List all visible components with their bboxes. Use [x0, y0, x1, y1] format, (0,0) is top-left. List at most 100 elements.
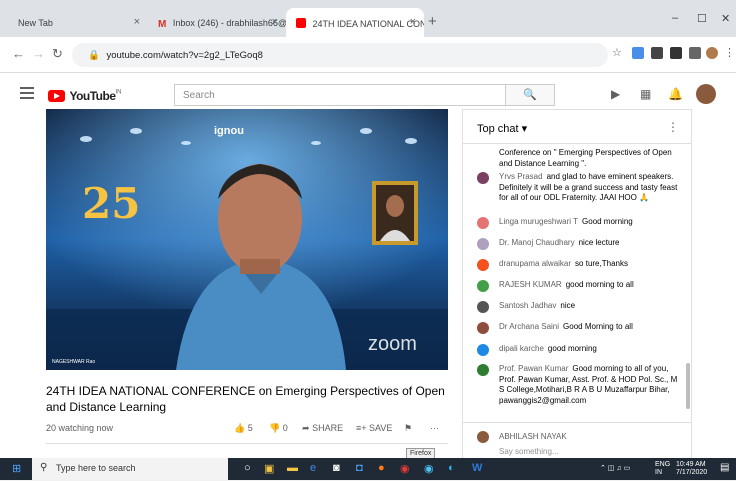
edge-icon[interactable]: e	[310, 462, 316, 474]
windows-taskbar: ⊞ ⚲ Type here to search ○ ▣ ▬ e ◙ ◘ ● ◉ …	[0, 458, 736, 480]
youtube-logo[interactable]: YouTubeIN	[48, 87, 122, 105]
share-icon: ➦	[302, 423, 310, 433]
maximize-button[interactable]: ☐	[697, 12, 707, 25]
lock-icon: 🔒	[88, 50, 100, 61]
search-input[interactable]: Search	[174, 84, 506, 106]
avatar	[477, 301, 489, 313]
create-video-icon[interactable]: ▶	[611, 87, 620, 101]
taskbar-search-input[interactable]: ⚲ Type here to search	[32, 458, 228, 480]
extension-icon[interactable]	[670, 47, 682, 59]
live-chat-panel: Top chat ▾ ⋮ Conference on " Emerging Pe…	[462, 109, 692, 480]
chat-message: dipali karche good morning	[477, 344, 683, 356]
task-view-icon[interactable]: ○	[244, 462, 251, 474]
message-author: dranupama alwaikar	[499, 259, 572, 268]
extension-icon[interactable]	[651, 47, 663, 59]
system-tray-icons[interactable]: ⌃ ◫ ♫ ▭	[600, 465, 630, 473]
search-icon: ⚲	[40, 462, 48, 473]
playlist-add-icon: ≡+	[356, 423, 367, 433]
youtube-page: YouTubeIN Search 🔍 ▶ ▦ 🔔 ignou 25 NAGESH…	[0, 73, 736, 480]
message-text: so ture,Thanks	[575, 259, 628, 268]
chat-message: Dr. Manoj Chaudhary nice lecture	[477, 238, 683, 250]
tab-youtube-active[interactable]: 24TH IDEA NATIONAL CONI ×	[286, 8, 424, 37]
dislike-button[interactable]: 👎 0	[269, 423, 288, 434]
video-frame	[46, 109, 448, 370]
tab-close-icon[interactable]: ×	[272, 16, 278, 28]
address-bar[interactable]: 🔒 youtube.com/watch?v=2g2_LTeGoq8	[72, 43, 608, 67]
chat-username: ABHILASH NAYAK	[499, 432, 567, 441]
word-icon[interactable]: W	[472, 462, 482, 474]
minimize-button[interactable]: –	[672, 12, 678, 24]
chat-message: Santosh Jadhav nice	[477, 301, 683, 313]
tab-new-tab[interactable]: New Tab ×	[8, 8, 148, 37]
chat-message: dranupama alwaikar so ture,Thanks	[477, 259, 683, 271]
tab-gmail[interactable]: M Inbox (246) - drabhilash66@gm ×	[148, 8, 286, 37]
close-window-button[interactable]: ✕	[721, 12, 730, 25]
chrome-icon[interactable]: ◉	[400, 462, 410, 475]
like-count: 5	[247, 423, 253, 433]
taskbar-search-placeholder: Type here to search	[56, 463, 136, 473]
avatar	[477, 259, 489, 271]
chat-header: Top chat ▾ ⋮	[463, 110, 691, 144]
store-icon[interactable]: ▣	[264, 462, 274, 475]
message-text: nice	[560, 301, 576, 310]
file-explorer-icon[interactable]: ▬	[287, 462, 298, 474]
avatar	[477, 322, 489, 334]
speaker-caption: NAGESHWAR Rao	[52, 359, 96, 365]
reload-icon[interactable]: ↻	[52, 46, 63, 62]
clock-date: 7/17/2020	[676, 469, 708, 476]
browser-menu-icon[interactable]: ⋮	[724, 46, 735, 59]
tab-label: 24TH IDEA NATIONAL CONI	[312, 19, 424, 29]
message-text: Conference on " Emerging Perspectives of…	[499, 148, 672, 168]
edge-new-icon[interactable]: ◐	[448, 462, 455, 474]
avatar	[477, 217, 489, 229]
message-author: Santosh Jadhav	[499, 301, 557, 310]
account-avatar[interactable]	[696, 84, 716, 104]
ignou-overlay-logo: ignou	[214, 125, 244, 137]
bookmark-star-icon[interactable]: ☆	[612, 46, 622, 59]
message-author: Yrvs Prasad	[499, 172, 543, 181]
flag-icon[interactable]: ⚑	[404, 423, 412, 434]
search-button[interactable]: 🔍	[505, 84, 555, 106]
app-icon[interactable]: ◘	[356, 462, 363, 474]
browser-toolbar: ← → ↻ 🔒 youtube.com/watch?v=2g2_LTeGoq8 …	[0, 37, 736, 73]
apps-grid-icon[interactable]: ▦	[640, 87, 651, 101]
hamburger-menu-icon[interactable]	[20, 87, 34, 102]
zoom-app-icon[interactable]: ◉	[424, 462, 434, 475]
share-button[interactable]: ➦ SHARE	[302, 423, 343, 434]
logo-region: IN	[115, 89, 122, 96]
save-button[interactable]: ≡+ SAVE	[356, 423, 392, 433]
tab-close-icon[interactable]: ×	[134, 16, 140, 28]
message-author: dipali karche	[499, 344, 544, 353]
notification-center-icon[interactable]: ▤	[720, 462, 729, 473]
message-text: good morning	[547, 344, 597, 353]
message-text: nice lecture	[578, 238, 620, 247]
chat-message: RAJESH KUMAR good morning to all	[477, 280, 683, 292]
message-author: RAJESH KUMAR	[499, 280, 562, 289]
camera-icon[interactable]: ◙	[333, 462, 340, 474]
clock-time: 10:49 AM	[676, 461, 706, 468]
new-tab-button[interactable]: +	[428, 13, 437, 30]
forward-icon[interactable]: →	[32, 46, 45, 61]
message-text: Good Morning to all	[563, 322, 633, 331]
chat-mode-dropdown[interactable]: Top chat ▾	[477, 122, 527, 135]
chat-scrollbar[interactable]	[686, 363, 690, 409]
profile-avatar[interactable]	[706, 47, 718, 59]
extension-icon[interactable]	[689, 47, 701, 59]
more-actions-icon[interactable]: ···	[430, 423, 439, 433]
message-author: Prof. Pawan Kumar	[499, 364, 569, 373]
chat-more-icon[interactable]: ⋮	[667, 120, 679, 134]
windows-start-icon[interactable]: ⊞	[12, 462, 21, 475]
notifications-bell-icon[interactable]: 🔔	[668, 87, 683, 101]
back-icon[interactable]: ←	[12, 46, 25, 61]
firefox-icon[interactable]: ●	[378, 462, 385, 474]
extension-icon[interactable]	[632, 47, 644, 59]
avatar	[477, 238, 489, 250]
zoom-watermark: zoom	[368, 333, 417, 355]
video-player[interactable]: ignou 25 NAGESHWAR Rao zoom	[46, 109, 448, 370]
like-button[interactable]: 👍 5	[234, 423, 253, 434]
language-indicator[interactable]: ENG IN	[655, 461, 670, 477]
message-author: Dr. Manoj Chaudhary	[499, 238, 575, 247]
tab-label: New Tab	[18, 18, 53, 28]
clock[interactable]: 10:49 AM 7/17/2020	[676, 461, 707, 477]
tab-close-icon[interactable]: ×	[410, 16, 416, 28]
